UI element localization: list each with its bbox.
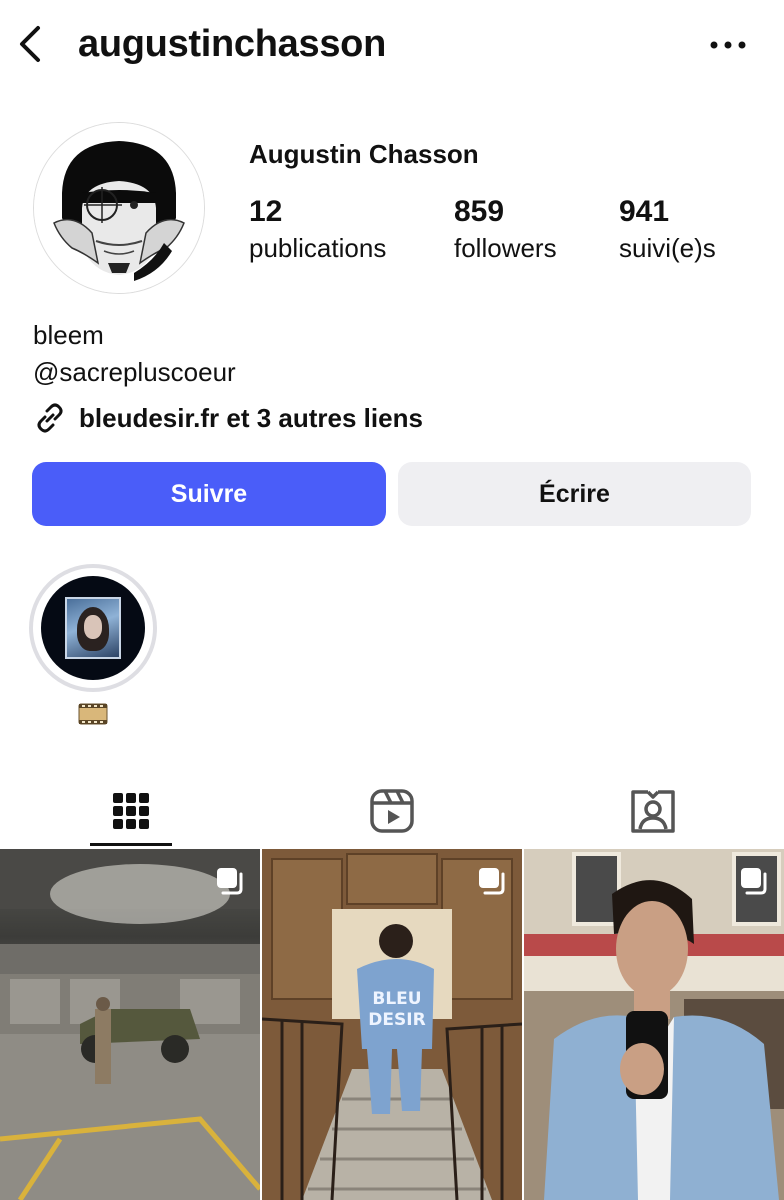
stat-publications[interactable]: 12 publications: [249, 194, 386, 264]
tab-tagged[interactable]: [522, 776, 783, 846]
profile-username: augustinchasson: [78, 23, 386, 65]
grid-post[interactable]: [524, 849, 784, 1200]
post-image-parking-jeep: [0, 849, 260, 1200]
story-highlight[interactable]: [29, 564, 157, 692]
stat-followers[interactable]: 859 followers: [454, 194, 557, 264]
multiple-photos-icon: [217, 868, 243, 895]
svg-text:DESIR: DESIR: [368, 1010, 425, 1030]
stat-value: 12: [249, 195, 283, 228]
active-tab-indicator: [90, 843, 172, 846]
chevron-left-icon: [20, 26, 40, 62]
grid-icon: [112, 793, 149, 829]
external-links[interactable]: bleudesir.fr et 3 autres liens: [33, 400, 423, 436]
profile-avatar[interactable]: [33, 122, 205, 294]
more-options-button[interactable]: [706, 30, 750, 60]
bio-mention-link[interactable]: @sacrepluscoeur: [33, 356, 236, 388]
svg-text:BLEU: BLEU: [372, 989, 421, 1009]
message-button[interactable]: Écrire: [398, 462, 751, 526]
stat-label: publications: [249, 233, 387, 263]
back-button[interactable]: [14, 22, 54, 66]
more-horizontal-icon: [710, 41, 746, 49]
stat-label: followers: [454, 233, 557, 263]
avatar-illustration: [34, 123, 204, 293]
highlight-photo: [65, 597, 121, 659]
follow-button[interactable]: Suivre: [32, 462, 386, 526]
grid-post[interactable]: BLEU DESIR: [262, 849, 522, 1200]
stat-value: 941: [619, 195, 670, 228]
grid-post[interactable]: [0, 849, 260, 1200]
external-links-label: bleudesir.fr et 3 autres liens: [79, 402, 423, 433]
bio-line: bleem: [33, 320, 104, 350]
post-image-staircase-denim: BLEU DESIR: [262, 849, 522, 1200]
stat-following[interactable]: 941 suivi(e)s: [619, 194, 716, 264]
stat-label: suivi(e)s: [619, 233, 716, 263]
profile-full-name: Augustin Chasson: [249, 139, 479, 169]
stat-value: 859: [454, 195, 505, 228]
tab-posts-grid[interactable]: [0, 776, 261, 846]
tab-reels[interactable]: [261, 776, 522, 846]
tagged-icon: [630, 790, 675, 833]
link-icon: [37, 403, 63, 433]
multiple-photos-icon: [741, 868, 767, 895]
reels-icon: [369, 789, 414, 833]
multiple-photos-icon: [479, 868, 505, 895]
highlight-cover: [41, 576, 145, 680]
film-reel-emoji: [78, 700, 108, 728]
post-image-mirror-selfie: [524, 849, 784, 1200]
